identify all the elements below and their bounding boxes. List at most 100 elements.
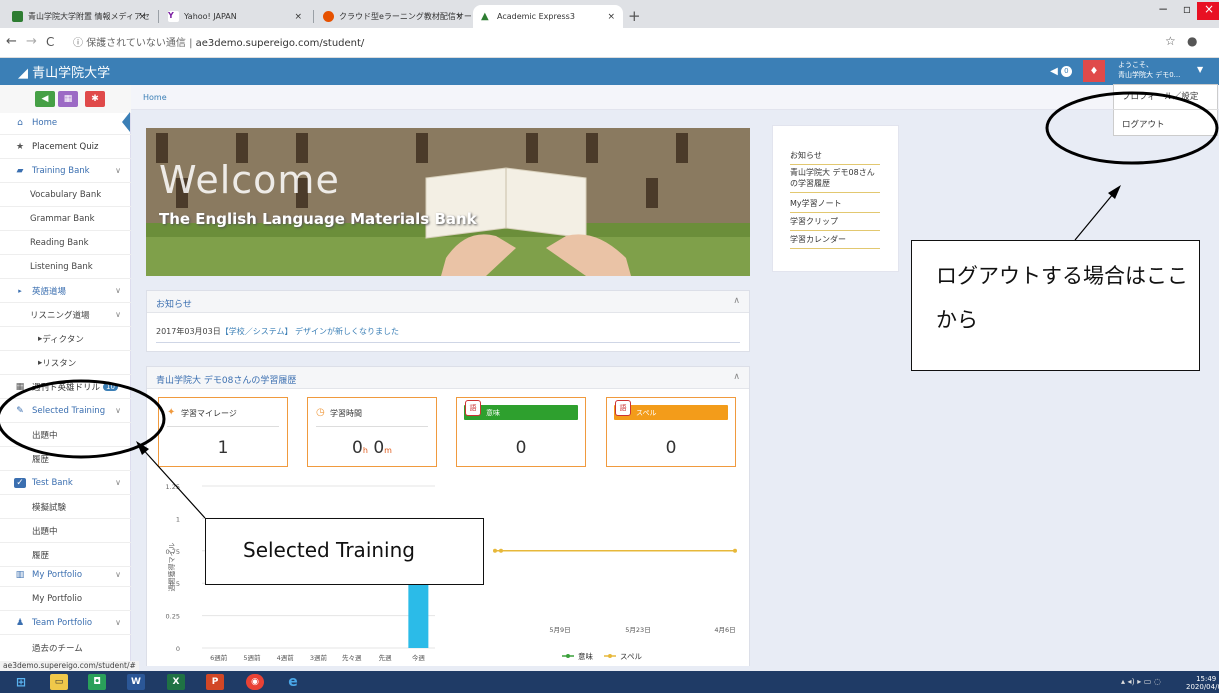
sidebar-item-dictan[interactable]: ▸ ディクタン xyxy=(0,327,131,351)
excel-icon[interactable]: X xyxy=(167,674,185,690)
banner-image xyxy=(146,128,750,276)
forward-button[interactable]: → xyxy=(26,34,37,49)
sidebar-item-placement-quiz[interactable]: ★ Placement Quiz xyxy=(0,135,131,159)
home-icon: ⌂ xyxy=(17,117,23,128)
sidebar-item-selected-training[interactable]: ✎ Selected Training ∨ xyxy=(0,399,131,423)
chevron-up-icon[interactable]: ∧ xyxy=(733,372,740,382)
taskbar-clock[interactable]: 15:49 2020/04/07 xyxy=(1186,675,1219,691)
sidebar-item-weekly-drill[interactable]: ▦ 週刊ト英雄ドリル 10 xyxy=(0,375,131,399)
megaphone-icon: ◀ xyxy=(1050,65,1058,77)
sidebar-item-test-bank[interactable]: ✓ Test Bank ∨ xyxy=(0,471,131,495)
tab-yahoo[interactable]: Y Yahoo! JAPAN × xyxy=(160,5,310,28)
file-explorer-icon[interactable]: ▭ xyxy=(50,674,68,690)
brand-logo[interactable]: ◢ 青山学院大学 xyxy=(18,62,110,81)
app-header xyxy=(0,58,1219,85)
legend-label: 意味 xyxy=(578,651,593,661)
minimize-button[interactable]: − xyxy=(1151,2,1175,20)
gear-icon: ✱ xyxy=(91,94,99,104)
welcome-banner: Welcome The English Language Materials B… xyxy=(146,128,750,276)
sidebar-item-my-portfolio[interactable]: ▥ My Portfolio ∨ xyxy=(0,563,131,587)
powerpoint-icon[interactable]: P xyxy=(206,674,224,690)
logout-item[interactable]: ログアウト xyxy=(1122,118,1165,130)
bookmark-star-icon[interactable]: ☆ xyxy=(1165,34,1176,48)
alert-button[interactable]: ♦ xyxy=(1083,60,1105,82)
close-tab-icon[interactable]: × xyxy=(607,12,615,22)
windows-start-icon[interactable]: ⊞ xyxy=(12,674,30,690)
sidebar-item-my-portfolio-sub[interactable]: My Portfolio xyxy=(0,587,131,611)
study-time-value: 0h 0m xyxy=(352,438,392,458)
close-tab-icon[interactable]: × xyxy=(138,12,146,22)
sidebar-item-reading-bank[interactable]: Reading Bank xyxy=(0,231,131,255)
sidebar-item-test-active[interactable]: 出題中 xyxy=(0,519,131,543)
close-window-button[interactable]: × xyxy=(1197,2,1219,20)
tab-cloud-elearning[interactable]: クラウド型eラーニング教材配信サー × xyxy=(315,5,471,28)
system-tray[interactable]: ▴ ◂) ▸ ▭ ◌ xyxy=(1121,677,1161,686)
url-field[interactable]: ⓘ 保護されていない通信 | ae3demo.supereigo.com/stu… xyxy=(73,34,364,49)
word-icon[interactable]: W xyxy=(127,674,145,690)
sidebar-item-training-bank[interactable]: ▰ Training Bank ∨ xyxy=(0,159,131,183)
selected-training-callout: Selected Training xyxy=(205,518,484,585)
line-x-tick-label: 5月23日 xyxy=(625,626,650,634)
sidebar-item-listan[interactable]: ▸ リスタン xyxy=(0,351,131,375)
news-item[interactable]: 2017年03月03日【学校／システム】 デザインが新しくなりました xyxy=(156,326,399,337)
sidebar-item-mock-exam[interactable]: 模擬試験 xyxy=(0,495,131,519)
quick-link-calendar[interactable]: 学習カレンダー xyxy=(790,234,880,249)
meaning-bar: 意味 xyxy=(464,405,578,420)
sidebar-item-past-teams[interactable]: 過去のチーム xyxy=(0,636,131,660)
sidebar-item-team-portfolio[interactable]: ♟ Team Portfolio ∨ xyxy=(0,611,131,635)
profile-settings-item[interactable]: プロフィール／設定 xyxy=(1122,90,1198,102)
history-panel-header[interactable]: 青山学院大 デモ08さんの学習履歴 ∧ xyxy=(147,367,749,389)
reload-button[interactable]: C xyxy=(46,35,54,49)
profile-icon[interactable]: ● xyxy=(1187,34,1197,48)
calendar-icon: ▦ xyxy=(15,381,25,392)
breadcrumb-home[interactable]: Home xyxy=(143,93,167,102)
quick-link-notes[interactable]: My学習ノート xyxy=(790,198,880,213)
announce-shortcut-button[interactable]: ◀ xyxy=(35,91,55,107)
info-icon: ⓘ xyxy=(73,38,87,49)
x-tick-label: 先々週 xyxy=(342,653,362,662)
sidebar-item-vocabulary-bank[interactable]: Vocabulary Bank xyxy=(0,183,131,207)
news-panel-header[interactable]: お知らせ ∧ xyxy=(147,291,749,313)
quick-link-news[interactable]: お知らせ xyxy=(790,150,880,165)
breadcrumb xyxy=(131,85,1219,110)
chevron-up-icon[interactable]: ∧ xyxy=(733,296,740,306)
settings-shortcut-button[interactable]: ✱ xyxy=(85,91,105,107)
store-icon[interactable]: ◘ xyxy=(88,674,106,690)
new-tab-button[interactable]: + xyxy=(628,7,641,25)
sidebar-item-home[interactable]: ⌂ Home xyxy=(0,111,131,135)
calendar-shortcut-button[interactable]: ▦ xyxy=(58,91,78,107)
series-point xyxy=(493,548,497,553)
line-x-tick-label: 4月6日 xyxy=(714,626,735,634)
close-tab-icon[interactable]: × xyxy=(294,12,302,22)
x-tick-label: 4週前 xyxy=(277,653,295,662)
bell-icon: ♦ xyxy=(1089,65,1099,77)
meaning-card: 意味 語 0 xyxy=(456,397,586,467)
chrome-icon[interactable]: ◉ xyxy=(246,674,264,690)
tab-academic-express[interactable]: ▲ Academic Express3 × xyxy=(473,5,623,28)
logout-arrowhead xyxy=(1108,185,1121,199)
tab-aogaku[interactable]: 青山学院大学附置 情報メディアセ × xyxy=(4,5,154,28)
sidebar-item-selected-history[interactable]: 履歴 xyxy=(0,447,131,471)
sidebar-item-listening-dojo[interactable]: リスニング道場 ∨ xyxy=(0,303,131,327)
leaf-icon: ◢ xyxy=(18,66,33,81)
quick-link-history[interactable]: 青山学院大 デモ08さんの学習履歴 xyxy=(790,167,880,193)
chevron-down-icon[interactable]: ▼ xyxy=(1197,65,1203,74)
user-menu[interactable]: ようこそ、 青山学院大 デモ0... xyxy=(1118,60,1180,80)
maximize-button[interactable]: ▫ xyxy=(1175,2,1199,20)
megaphone-icon: ◀ xyxy=(41,94,49,104)
team-icon: ♟ xyxy=(15,617,25,628)
sidebar-item-eigo-dojo[interactable]: ▸ 英語道場 ∨ xyxy=(0,279,131,303)
sidebar-item-selected-active[interactable]: 出題中 xyxy=(0,423,131,447)
announce-button[interactable]: ◀ 0 xyxy=(1044,60,1078,82)
flashcard-icon: 語 xyxy=(465,400,481,416)
y-tick-label: 1.25 xyxy=(166,483,180,491)
logout-callout: ログアウトする場合はここから xyxy=(911,240,1200,371)
sidebar-item-grammar-bank[interactable]: Grammar Bank xyxy=(0,207,131,231)
back-button[interactable]: ← xyxy=(6,34,17,49)
y-axis-label: 週間獲得マイル xyxy=(167,543,176,592)
quick-link-clip[interactable]: 学習クリップ xyxy=(790,216,880,231)
sidebar-item-listening-bank[interactable]: Listening Bank xyxy=(0,255,131,279)
close-tab-icon[interactable]: × xyxy=(455,12,463,22)
y-tick-label: 0.25 xyxy=(166,613,180,621)
internet-explorer-icon[interactable]: e xyxy=(284,674,302,690)
